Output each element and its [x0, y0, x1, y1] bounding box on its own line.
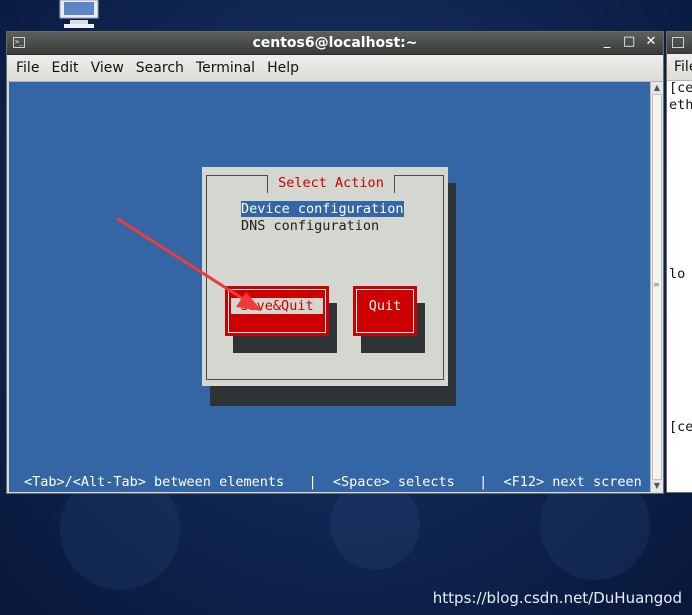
- terminal-icon: [672, 37, 684, 48]
- terminal-line: [ce: [669, 419, 692, 435]
- menu-item-dns-configuration[interactable]: DNS configuration: [241, 218, 379, 234]
- vertical-scrollbar[interactable]: ▲ ≡ ▼: [650, 82, 663, 492]
- title-bar[interactable]: >_ centos6@localhost:~ _ □ ✕: [7, 32, 663, 55]
- menu-item-device-configuration[interactable]: Device configuration: [241, 201, 404, 217]
- scroll-up-icon[interactable]: ▲: [651, 82, 663, 94]
- menu-edit[interactable]: Edit: [45, 60, 84, 76]
- menu-search[interactable]: Search: [130, 60, 190, 76]
- terminal-line: lo: [669, 266, 686, 282]
- menu-file[interactable]: File: [10, 60, 45, 76]
- second-terminal-window[interactable]: File [ce eth lo [ce: [666, 31, 692, 493]
- save-quit-button[interactable]: Save&Quit: [225, 286, 329, 336]
- watermark-text: https://blog.csdn.net/DuHuangod: [432, 589, 682, 607]
- minimize-button[interactable]: _: [601, 34, 613, 49]
- menu-help[interactable]: Help: [261, 60, 305, 76]
- maximize-button[interactable]: □: [623, 34, 635, 49]
- computer-icon[interactable]: [56, 0, 102, 28]
- menu-bar: File Edit View Search Terminal Help: [7, 55, 663, 82]
- quit-button[interactable]: Quit: [353, 286, 417, 336]
- scroll-grip-icon: ≡: [653, 280, 660, 289]
- window-title: centos6@localhost:~: [252, 35, 418, 51]
- save-quit-label: Save&Quit: [231, 298, 323, 314]
- second-menu-file[interactable]: File: [667, 54, 692, 81]
- second-title-bar[interactable]: [667, 32, 692, 54]
- terminal-screen[interactable]: Select Action Device configuration DNS c…: [9, 82, 650, 492]
- scroll-down-icon[interactable]: ▼: [651, 480, 663, 492]
- dialog-title: Select Action: [267, 175, 395, 193]
- close-button[interactable]: ✕: [645, 34, 657, 49]
- terminal-line: [ce: [669, 80, 692, 96]
- keyboard-hint-bar: <Tab>/<Alt-Tab> between elements | <Spac…: [24, 474, 642, 490]
- menu-view[interactable]: View: [85, 60, 130, 76]
- quit-label: Quit: [368, 298, 402, 314]
- terminal-line: eth: [669, 97, 692, 113]
- terminal-window: >_ centos6@localhost:~ _ □ ✕ File Edit V…: [6, 31, 664, 494]
- menu-terminal[interactable]: Terminal: [190, 60, 261, 76]
- select-action-dialog: Select Action Device configuration DNS c…: [202, 167, 448, 386]
